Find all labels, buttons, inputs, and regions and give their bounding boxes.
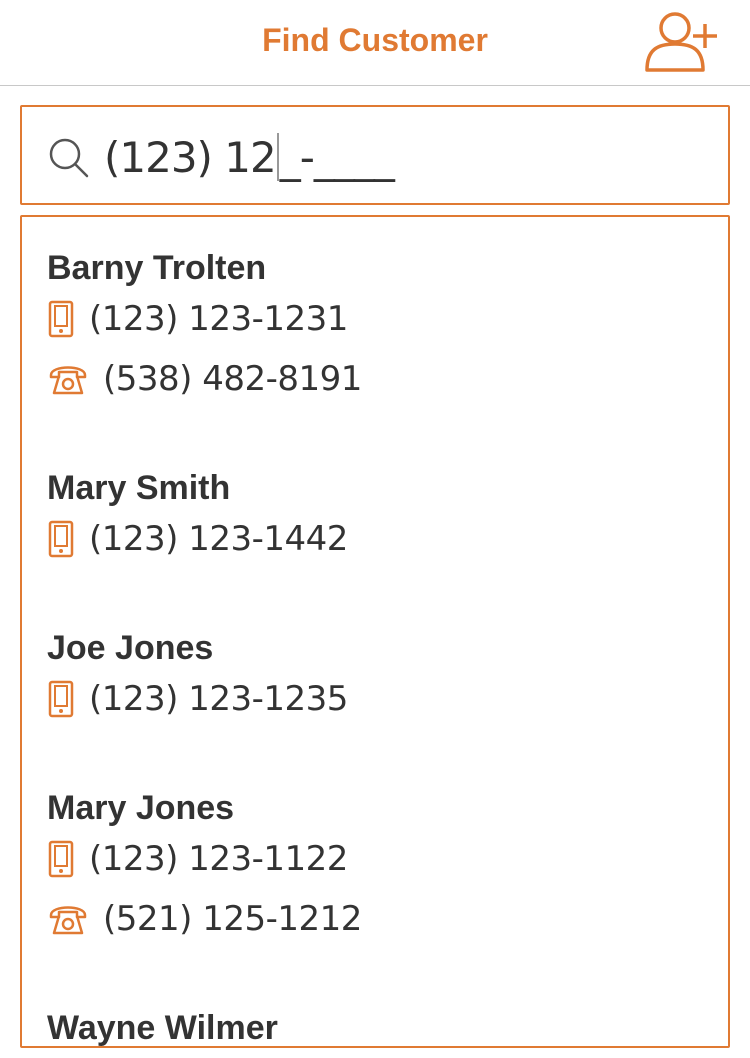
page-title: Find Customer: [262, 22, 488, 58]
customer-name: Joe Jones: [47, 629, 214, 667]
mobile-phone-row: (123) 123-1231: [47, 289, 707, 349]
customer-name: Mary Smith: [47, 469, 231, 507]
phone-number: (123) 123-1122: [89, 839, 348, 879]
search-field[interactable]: (123) 12 _-____: [20, 105, 730, 205]
phone-number: (123) 123-1235: [89, 679, 348, 719]
customer-item[interactable]: Joe Jones (123) 123-1235: [47, 627, 707, 729]
customer-name: Wayne Wilmer: [47, 1009, 278, 1047]
text-caret: [276, 133, 279, 181]
search-typed-text: (123) 12: [104, 132, 277, 182]
mobile-phone-icon: [47, 839, 75, 879]
customer-item[interactable]: Wayne Wilmer: [47, 1007, 707, 1047]
landline-phone-row: (521) 125-1212: [47, 889, 707, 949]
phone-number: (123) 123-1231: [89, 299, 348, 339]
customer-results-list[interactable]: Barny Trolten (123) 123-1231 (538) 482-8…: [20, 215, 730, 1048]
phone-number: (538) 482-8191: [103, 359, 362, 399]
landline-phone-icon: [47, 899, 89, 939]
mobile-phone-row: (123) 123-1442: [47, 509, 707, 569]
landline-phone-icon: [47, 359, 89, 399]
header-bar: Find Customer: [0, 0, 750, 86]
mobile-phone-icon: [47, 299, 75, 339]
phone-number: (123) 123-1442: [89, 519, 348, 559]
landline-phone-row: (538) 482-8191: [47, 349, 707, 409]
customer-name: Barny Trolten: [47, 249, 267, 287]
customer-item[interactable]: Mary Jones (123) 123-1122 (521) 125-1212: [47, 787, 707, 949]
phone-number: (521) 125-1212: [103, 899, 362, 939]
customer-name: Mary Jones: [47, 789, 235, 827]
add-user-icon: [645, 12, 717, 72]
mobile-phone-icon: [47, 679, 75, 719]
search-input[interactable]: (123) 12 _-____: [104, 127, 704, 187]
mobile-phone-row: (123) 123-1235: [47, 669, 707, 729]
customer-item[interactable]: Barny Trolten (123) 123-1231 (538) 482-8…: [47, 247, 707, 409]
mobile-phone-icon: [47, 519, 75, 559]
search-icon: [49, 138, 89, 178]
add-customer-button[interactable]: [640, 10, 722, 74]
customer-item[interactable]: Mary Smith (123) 123-1442: [47, 467, 707, 569]
mobile-phone-row: (123) 123-1122: [47, 829, 707, 889]
search-mask-text: _-____: [279, 132, 395, 182]
